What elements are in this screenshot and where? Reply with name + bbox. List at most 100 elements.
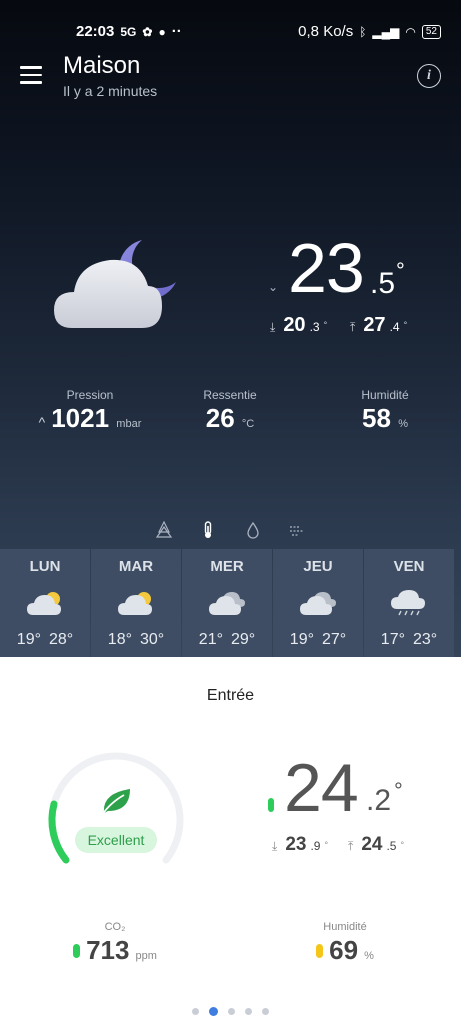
forecast-day[interactable]: MER 21° 29°: [182, 549, 272, 657]
pressure-stat: Pression ^ 1021 mbar: [30, 388, 150, 440]
forecast-day[interactable]: JEU 19° 27°: [273, 549, 363, 657]
pressure-label: Pression: [66, 388, 114, 402]
page-dot[interactable]: [209, 1007, 218, 1016]
forecast-day-name: MAR: [118, 558, 154, 575]
indoor-min-int: 23: [285, 834, 307, 855]
pressure-unit: mbar: [116, 418, 142, 430]
page-dot[interactable]: [228, 1008, 235, 1015]
max-temperature: ⤒ 27.4 °: [350, 314, 407, 337]
indoor-max-temperature: ⤒ 24.5 °: [348, 834, 404, 856]
forecast-day[interactable]: LUN 19° 28°: [0, 549, 90, 657]
forecast-min: 19°: [16, 631, 41, 648]
forecast-day[interactable]: VEN 17° 23°: [364, 549, 454, 657]
battery-icon: 52: [421, 24, 441, 39]
forecast-temps: 18° 30°: [91, 631, 181, 649]
humidity-status-dot: [316, 943, 324, 958]
page-dot[interactable]: [192, 1008, 199, 1015]
forecast-max: 23°: [413, 631, 438, 648]
indoor-max-int: 24: [361, 834, 383, 855]
min-arrow-icon: ⤓: [272, 839, 278, 853]
indoor-humidity-sensor: Humidité 69 %: [300, 921, 390, 966]
co2-status-dot: [73, 943, 81, 958]
bluetooth-icon: ᛒ: [359, 24, 367, 39]
temp-degree: °: [396, 258, 405, 283]
status-bar: 22:03 5G ✿ ● ·· 0,8 Ko/s ᛒ ▂▄▆ ◠ 52: [0, 0, 461, 40]
tab-rain-icon[interactable]: [244, 521, 262, 539]
max-int: 27: [363, 314, 386, 336]
trend-down-icon: ⌄: [268, 280, 279, 294]
humidity-label: Humidité: [361, 388, 409, 402]
forecast-temps: 17° 23°: [364, 631, 454, 649]
forecast-temps: 21° 29°: [182, 631, 272, 649]
max-arrow-icon: ⤒: [350, 320, 356, 334]
forecast-max: 28°: [49, 631, 74, 648]
forecast-day[interactable]: MAR 18° 30°: [91, 549, 181, 657]
sun-cloud-icon: [25, 589, 65, 617]
forecast-day-name: MER: [210, 558, 244, 575]
indoor-temp-decimal: .2: [366, 784, 392, 817]
indoor-min-dec: .9: [310, 839, 321, 853]
feels-like-unit: °C: [241, 418, 255, 430]
status-time: 22:03: [76, 23, 115, 40]
forecast-max: 29°: [231, 631, 256, 648]
humidity-unit: %: [398, 418, 408, 430]
view-mode-tabs: [0, 521, 461, 541]
min-dec: .3: [309, 320, 320, 334]
forecast-day-name: VEN: [393, 558, 425, 575]
notification-icon: ✿: [142, 24, 153, 39]
page-indicator: [0, 1007, 461, 1016]
forecast-min: 19°: [289, 631, 314, 648]
trend-up-icon: ^: [38, 414, 46, 430]
indoor-temperature: 24 .2 °: [268, 752, 428, 832]
max-dec: .4: [389, 320, 400, 334]
forecast-min: 18°: [107, 631, 132, 648]
wifi-icon: ◠: [405, 24, 416, 39]
page-dot[interactable]: [245, 1008, 252, 1015]
forecast-min: 21°: [198, 631, 223, 648]
leaf-icon: [101, 789, 130, 816]
menu-button[interactable]: [20, 66, 42, 84]
temp-integer: 23: [288, 229, 365, 307]
menu-line: [20, 66, 42, 69]
sim-icon: 5G: [120, 24, 137, 39]
feels-like-label: Ressentie: [203, 388, 257, 402]
cloudy-icon: [298, 589, 338, 617]
max-arrow-icon: ⤒: [348, 839, 354, 853]
tab-temperature-icon[interactable]: [199, 521, 217, 539]
indoor-temp-integer: 24: [284, 750, 359, 826]
forecast-min: 17°: [380, 631, 405, 648]
tab-wind-icon[interactable]: [289, 521, 307, 539]
more-notifications: ··: [171, 23, 182, 40]
feels-like-value: 26: [205, 403, 235, 433]
indoor-max-dec: .5: [386, 839, 397, 853]
temp-status-dot: [268, 798, 274, 812]
indoor-humidity-label: Humidité: [323, 921, 367, 933]
humidity-value: 58: [362, 403, 391, 433]
last-update: Il y a 2 minutes: [63, 83, 158, 99]
page-dot[interactable]: [262, 1008, 269, 1015]
info-button[interactable]: i: [417, 64, 441, 88]
sun-cloud-icon: [116, 589, 156, 617]
indoor-humidity-value: 69: [329, 935, 359, 965]
tab-pollen-icon[interactable]: [155, 521, 173, 539]
indoor-min-temperature: ⤓ 23.9 °: [272, 834, 328, 856]
indoor-humidity-unit: %: [364, 950, 374, 962]
current-temperature: ⌄ 23 .5 °: [268, 228, 448, 308]
forecast-max: 27°: [322, 631, 347, 648]
menu-line: [20, 73, 42, 76]
page-title: Maison: [63, 52, 141, 79]
pressure-value: 1021: [51, 403, 110, 433]
co2-sensor: CO₂ 713 ppm: [60, 921, 170, 966]
forecast-max: 30°: [140, 631, 165, 648]
air-quality-badge: Excellent: [75, 827, 157, 853]
forecast-temps: 19° 27°: [273, 631, 363, 649]
forecast-day-name: JEU: [303, 558, 333, 575]
cloudy-icon: [207, 589, 247, 617]
max-deg: °: [403, 320, 408, 330]
indoor-temp-degree: °: [394, 778, 403, 803]
min-arrow-icon: ⤓: [270, 320, 276, 334]
indoor-min-deg: °: [324, 840, 329, 850]
net-speed: 0,8 Ko/s: [298, 23, 354, 40]
co2-value: 713: [86, 935, 130, 965]
forecast-strip: LUN 19° 28° MAR 18° 30° MER 21° 29° JEU 19° 27° VEN 1…: [0, 549, 461, 657]
